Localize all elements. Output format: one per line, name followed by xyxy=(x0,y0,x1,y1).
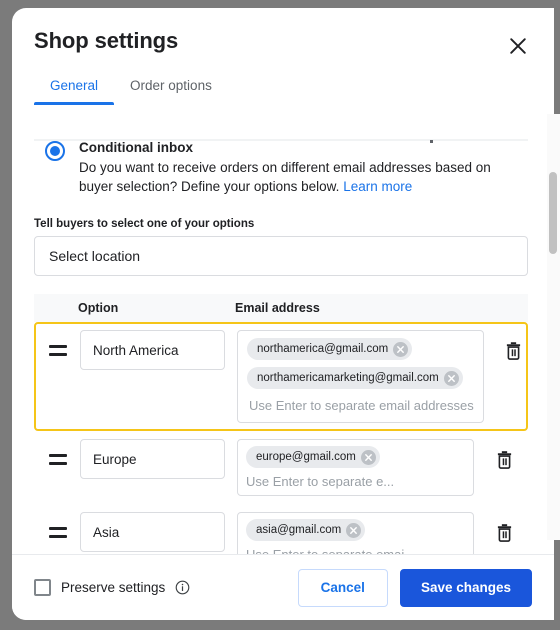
option-name-cell: Europe xyxy=(80,439,225,479)
learn-more-link[interactable]: Learn more xyxy=(343,179,412,194)
scrolled-content-edge xyxy=(34,139,528,141)
scrollbar-track[interactable] xyxy=(547,114,560,540)
prompt-field-value: Select location xyxy=(49,248,141,264)
option-name-input[interactable]: Europe xyxy=(80,439,225,479)
conditional-inbox-description-text: Do you want to receive orders on differe… xyxy=(79,160,491,194)
info-icon[interactable] xyxy=(175,580,190,595)
table-row[interactable]: Asia asia@gmail.com xyxy=(34,504,528,554)
email-chip-input[interactable]: asia@gmail.com Use Enter to separate ema… xyxy=(237,512,474,554)
email-chip-label: europe@gmail.com xyxy=(256,451,356,463)
delete-row-button[interactable] xyxy=(492,330,536,370)
scrolled-content-fragment xyxy=(430,140,433,143)
options-table-header: Option Email address xyxy=(34,294,528,322)
tab-order-options[interactable]: Order options xyxy=(114,70,228,105)
conditional-inbox-description: Do you want to receive orders on differe… xyxy=(79,158,516,196)
cancel-button[interactable]: Cancel xyxy=(297,568,388,607)
dialog-footer: Preserve settings Cancel Save changes xyxy=(12,554,554,620)
email-chip: asia@gmail.com xyxy=(246,519,366,541)
email-input-placeholder: Use Enter to separate emai... xyxy=(246,547,465,554)
table-row[interactable]: Europe europe@gmail.com Use Enter to sep… xyxy=(34,431,528,504)
dialog-header: Shop settings xyxy=(12,8,554,70)
option-name-value: Europe xyxy=(93,451,137,467)
conditional-inbox-option[interactable]: Conditional inbox Do you want to receive… xyxy=(34,139,528,196)
remove-chip-icon[interactable] xyxy=(346,522,362,538)
option-name-cell: North America xyxy=(80,330,225,370)
header-option: Option xyxy=(78,301,119,315)
page-title: Shop settings xyxy=(34,28,179,53)
tab-general-label: General xyxy=(50,78,99,93)
email-cell: northamerica@gmail.com northamericamarke… xyxy=(225,330,492,423)
scrollbar-thumb[interactable] xyxy=(549,172,557,254)
save-changes-button[interactable]: Save changes xyxy=(399,568,532,607)
checkbox-box[interactable] xyxy=(34,579,51,596)
email-chip: europe@gmail.com xyxy=(246,446,380,468)
email-chip-label: northamerica@gmail.com xyxy=(257,343,389,355)
drag-handle-icon[interactable] xyxy=(36,512,80,552)
email-chip: northamerica@gmail.com xyxy=(247,338,413,360)
email-cell: europe@gmail.com Use Enter to separate e… xyxy=(225,439,482,496)
drag-handle-icon[interactable] xyxy=(36,330,80,370)
remove-chip-icon[interactable] xyxy=(360,449,376,465)
email-input-placeholder: Use Enter to separate email addresses xyxy=(249,398,474,413)
email-chip-label: northamericamarketing@gmail.com xyxy=(257,372,439,384)
email-cell: asia@gmail.com Use Enter to separate ema… xyxy=(225,512,482,554)
email-chip-input[interactable]: northamerica@gmail.com northamericamarke… xyxy=(237,330,484,423)
option-name-value: Asia xyxy=(93,524,120,540)
tab-bar: General Order options xyxy=(12,70,554,113)
tab-order-options-label: Order options xyxy=(130,78,212,93)
email-chip-label: asia@gmail.com xyxy=(256,524,342,536)
dialog-body-content: Conditional inbox Do you want to receive… xyxy=(12,139,554,554)
option-name-input[interactable]: Asia xyxy=(80,512,225,552)
conditional-inbox-radio[interactable] xyxy=(45,141,65,161)
preserve-settings-label: Preserve settings xyxy=(61,580,166,595)
remove-chip-icon[interactable] xyxy=(393,341,409,357)
shop-settings-dialog: Shop settings General Order options Cond… xyxy=(12,8,554,620)
prompt-field-label: Tell buyers to select one of your option… xyxy=(34,218,255,230)
screen: Shop settings General Order options Cond… xyxy=(0,0,560,630)
close-icon[interactable] xyxy=(506,34,530,58)
email-chip: northamericamarketing@gmail.com xyxy=(247,367,463,389)
option-name-cell: Asia xyxy=(80,512,225,552)
remove-chip-icon[interactable] xyxy=(443,370,459,386)
prompt-field-input[interactable]: Select location xyxy=(34,236,528,276)
option-name-input[interactable]: North America xyxy=(80,330,225,370)
tab-general[interactable]: General xyxy=(34,70,115,105)
preserve-settings-checkbox[interactable]: Preserve settings xyxy=(34,579,190,596)
email-input-placeholder: Use Enter to separate e... xyxy=(246,474,395,489)
options-table: Option Email address North America north… xyxy=(34,294,528,554)
header-email: Email address xyxy=(235,301,320,315)
dialog-body: Conditional inbox Do you want to receive… xyxy=(12,113,554,554)
conditional-inbox-title: Conditional inbox xyxy=(79,140,193,155)
drag-handle-icon[interactable] xyxy=(36,439,80,479)
delete-row-button[interactable] xyxy=(482,512,526,552)
option-name-value: North America xyxy=(93,342,179,358)
table-row[interactable]: North America northamerica@gmail.com nor… xyxy=(34,322,528,431)
conditional-inbox-text: Conditional inbox Do you want to receive… xyxy=(79,139,528,196)
email-chip-input[interactable]: europe@gmail.com Use Enter to separate e… xyxy=(237,439,474,496)
delete-row-button[interactable] xyxy=(482,439,526,479)
